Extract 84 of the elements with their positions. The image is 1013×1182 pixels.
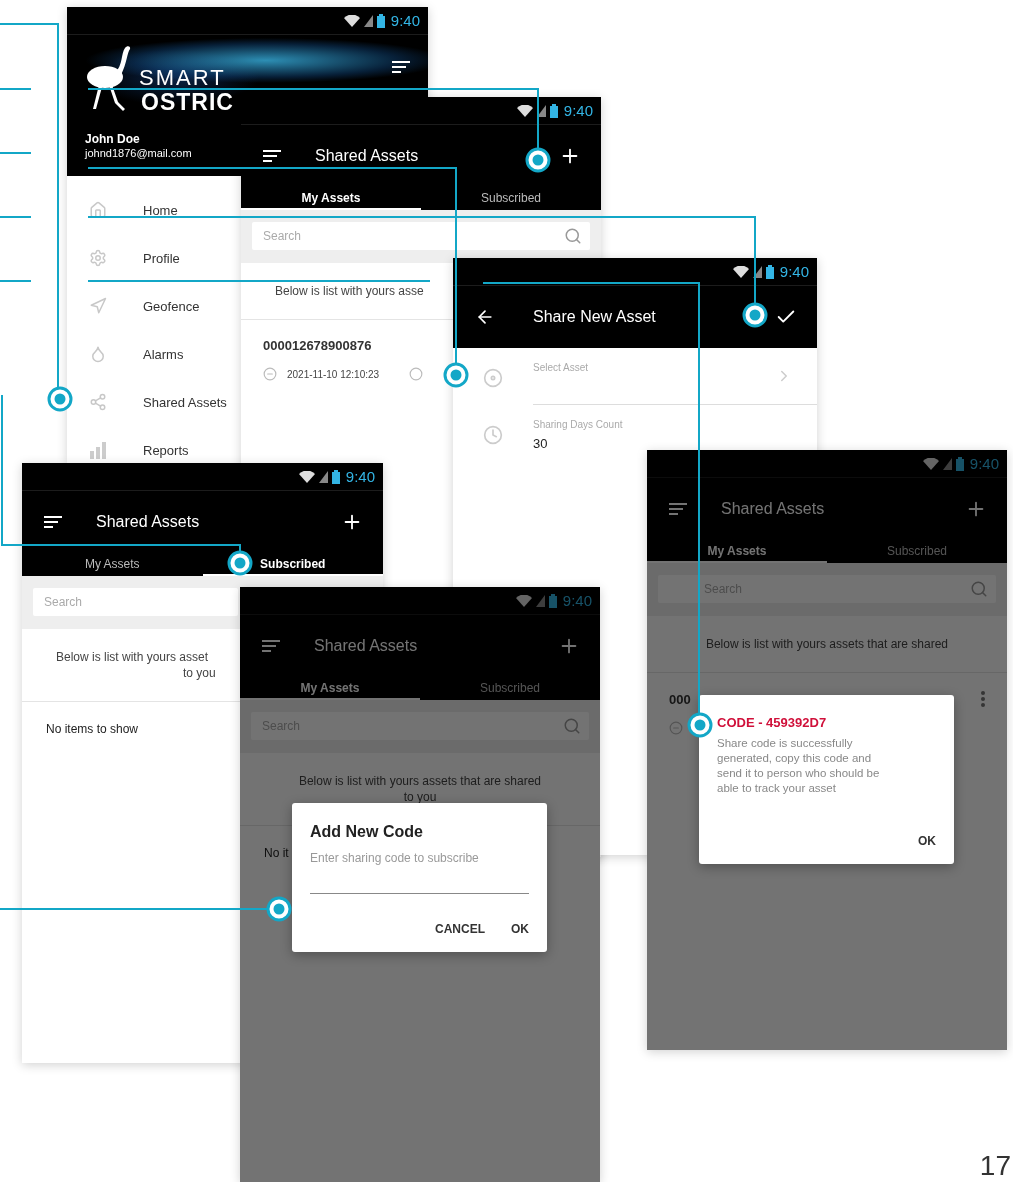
status-time: 9:40 [390, 12, 420, 29]
screen-title: Shared Assets [721, 500, 825, 518]
info-text: Below is list with yours assets that are shared [297, 773, 543, 789]
tab[interactable]: My Assets [22, 553, 203, 576]
battery-icon [331, 469, 340, 484]
menu-icon[interactable] [263, 150, 281, 162]
signal-icon [318, 470, 328, 483]
screen-title: Share New Asset [533, 308, 656, 326]
minus-circle-icon [263, 367, 277, 381]
menu-icon[interactable] [392, 61, 410, 73]
asset-date: 2021-11-10 12:10:23 [287, 368, 380, 380]
screen-title: Shared Assets [315, 147, 419, 165]
status-time: 9:40 [563, 102, 593, 119]
code-input-field[interactable]: Enter sharing code to subscribe [310, 851, 529, 894]
wifi-icon [298, 470, 315, 483]
screen-title: Shared Assets [96, 513, 200, 531]
drop-icon [89, 345, 107, 363]
more-options-icon[interactable] [981, 691, 985, 707]
tab[interactable]: Subscribed [421, 187, 601, 210]
status-time: 9:40 [969, 455, 999, 472]
info-text: Below is list with yours asse [275, 283, 424, 299]
status-time: 9:40 [779, 263, 809, 280]
menu-icon[interactable] [44, 516, 62, 528]
empty-message: No items to show [46, 722, 139, 736]
screen-title: Shared Assets [314, 637, 418, 655]
dialog-button[interactable]: OK [511, 920, 529, 938]
battery-icon [548, 593, 557, 608]
menu-item[interactable]: Reports [67, 436, 189, 463]
bar-chart-icon [89, 441, 107, 459]
dialog-button[interactable]: OK [918, 832, 936, 850]
logo-text: OSTRIC [141, 89, 234, 115]
status-time: 9:40 [345, 468, 375, 485]
minus-circle-icon [669, 721, 683, 735]
menu-item[interactable]: Alarms [67, 340, 184, 368]
signal-icon [363, 14, 373, 27]
wifi-icon [515, 594, 532, 607]
signal-icon [535, 594, 545, 607]
empty-message: No it [264, 846, 289, 860]
share-icon [89, 393, 107, 411]
dialog-title: CODE - 459392D7 [717, 715, 828, 730]
field-label: Sharing Days Count [533, 419, 624, 430]
info-text: Below is list with yours asset [56, 649, 209, 665]
search-field[interactable]: Search [33, 588, 238, 616]
disc-icon [483, 368, 503, 388]
menu-item[interactable]: Geofence [67, 292, 200, 320]
signal-icon [942, 457, 952, 470]
home-icon [89, 201, 107, 219]
search-field[interactable]: Search [252, 222, 590, 250]
field-label: Select Asset [533, 362, 590, 373]
navigation-icon [89, 297, 107, 315]
wifi-icon [343, 14, 360, 27]
gear-icon [89, 249, 107, 267]
field-value: 30 [533, 436, 549, 451]
battery-icon [955, 456, 964, 471]
wifi-icon [732, 265, 749, 278]
dialog-button[interactable]: CANCEL [435, 920, 485, 938]
asset-id: 000 [669, 691, 691, 707]
callout-marker [742, 302, 768, 328]
battery-icon [376, 13, 385, 28]
logo-text: SMART [139, 67, 227, 89]
callout-marker [525, 147, 551, 173]
user-name: John Doe [85, 132, 140, 146]
callout-marker [227, 550, 253, 576]
menu-item[interactable]: Home [67, 196, 178, 224]
info-text: to you [402, 789, 438, 805]
page-number: 17 [979, 1150, 1011, 1182]
clock-icon [483, 425, 503, 445]
battery-icon [549, 103, 558, 118]
signal-icon [536, 104, 546, 117]
signal-icon [752, 265, 762, 278]
dialog-message: Share code is successfully generated, copy this code and send it to person who should be able to track your asset [717, 736, 881, 796]
dialog-title: Add New Code [310, 823, 424, 841]
asset-id: 000012678900876 [263, 338, 372, 353]
circle-icon [409, 367, 424, 381]
user-email: johnd1876@mail.com [85, 147, 192, 159]
info-text: Below is list with yours assets that are shared [704, 636, 950, 652]
wifi-icon [922, 457, 939, 470]
menu-item[interactable]: Profile [67, 244, 180, 272]
status-time: 9:40 [562, 592, 592, 609]
menu-item[interactable]: Shared Assets [67, 388, 227, 416]
search-icon[interactable] [564, 227, 582, 245]
battery-icon [765, 264, 774, 279]
wifi-icon [516, 104, 533, 117]
info-text: to you [183, 665, 216, 681]
